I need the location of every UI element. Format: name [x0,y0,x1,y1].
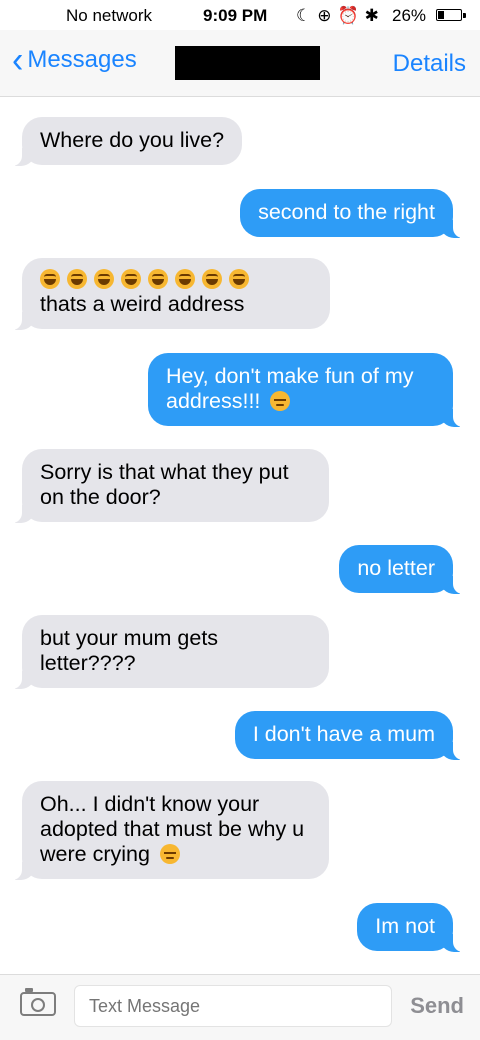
laughing-emoji-icon [229,269,249,289]
pensive-emoji-icon [270,391,291,411]
back-label: Messages [27,46,137,73]
message-bubble-incoming[interactable]: but your mum gets letter???? [6,615,329,689]
message-input[interactable] [74,985,392,1027]
chevron-left-icon: ‹ [12,39,24,81]
emoji-row [40,269,312,289]
message-text: Sorry is that what they put on the door? [40,460,289,509]
moon-icon: ☾ [296,6,318,25]
message-bubble-outgoing[interactable]: no letter [339,545,469,594]
status-icons: ☾⊕⏰✱ [296,6,385,26]
carrier-label: No network [66,6,152,25]
message-bubble-outgoing[interactable]: Im not [357,903,469,952]
clock: 9:09 PM [203,6,268,25]
message-text: Hey, don't make fun of my address!!! [166,364,414,413]
message-bubble-incoming[interactable]: thats a weird address [6,258,330,330]
rotation-lock-icon: ⊕ [317,6,338,25]
send-button[interactable]: Send [410,993,464,1019]
message-text: but your mum gets letter???? [40,626,219,675]
camera-icon[interactable] [20,988,56,1016]
message-bubble-outgoing[interactable]: second to the right [240,189,469,238]
laughing-emoji-icon [94,269,114,289]
status-bar: No network 9:09 PM ☾⊕⏰✱ 26% [0,0,480,30]
laughing-emoji-icon [40,269,60,289]
laughing-emoji-icon [121,269,141,289]
message-bubble-incoming[interactable]: Oh... I didn't know your adopted that mu… [6,781,329,880]
nav-bar: ‹ Messages Details [0,30,480,97]
laughing-emoji-icon [148,269,168,289]
contact-name-redacted [175,46,320,80]
details-button[interactable]: Details [393,50,466,78]
message-text: thats a weird address [40,292,245,316]
bluetooth-icon: ✱ [364,6,385,25]
message-bubble-outgoing[interactable]: I don't have a mum [234,711,470,760]
message-text: second to the right [258,200,435,224]
message-text: no letter [357,556,435,580]
message-text: Im not [375,914,435,938]
alarm-icon: ⏰ [337,6,365,25]
message-text: I don't have a mum [252,722,435,746]
pensive-emoji-icon [159,844,180,864]
message-bubble-incoming[interactable]: Sorry is that what they put on the door? [6,449,329,523]
message-bubble-incoming[interactable]: Where do you live? [5,117,243,166]
battery-icon [436,9,466,21]
laughing-emoji-icon [67,269,87,289]
battery-percent: 26% [392,6,427,25]
laughing-emoji-icon [202,269,222,289]
back-button[interactable]: ‹ Messages [12,39,137,81]
laughing-emoji-icon [175,269,195,289]
compose-bar: Send [0,974,480,1040]
message-text: Where do you live? [40,128,225,152]
message-bubble-outgoing[interactable]: Hey, don't make fun of my address!!! [148,353,469,427]
